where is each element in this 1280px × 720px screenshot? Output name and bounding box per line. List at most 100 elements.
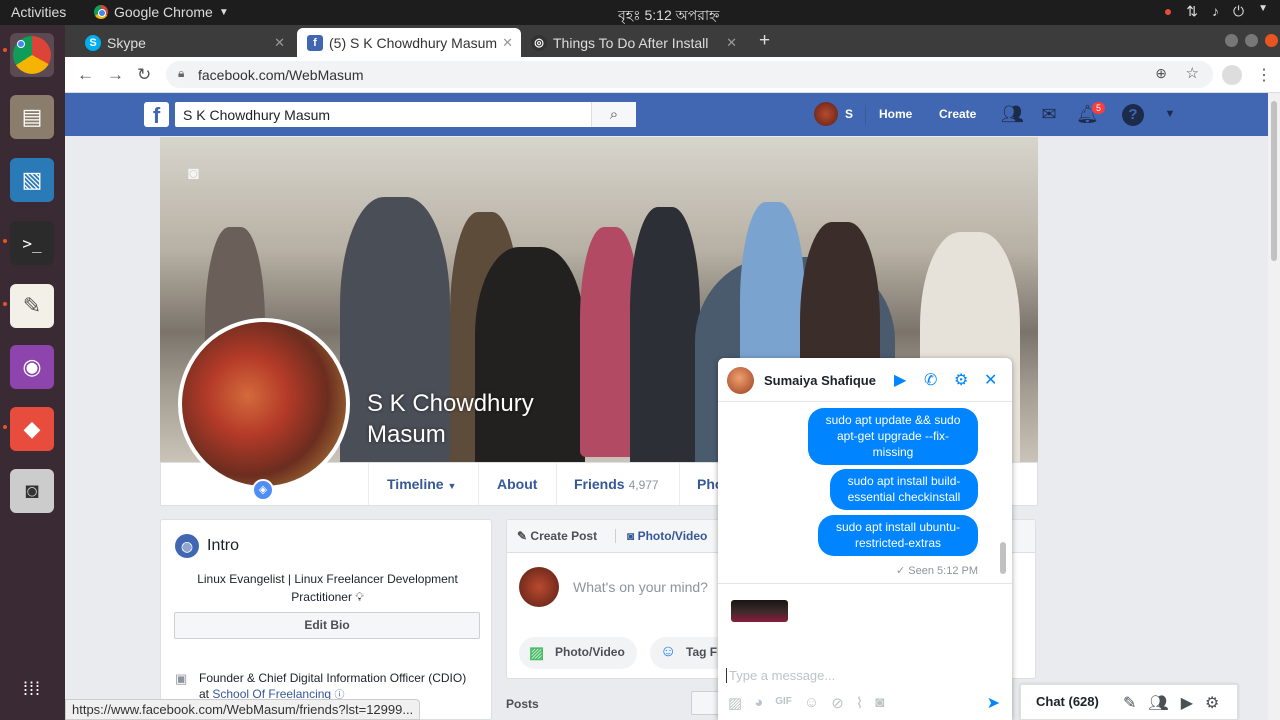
edit-bio-button[interactable]: Edit Bio: [174, 612, 480, 639]
chevron-down-icon[interactable]: ▼: [1159, 108, 1181, 130]
gif-icon[interactable]: GIF: [775, 694, 792, 712]
tab-timeline[interactable]: Timeline ▼: [387, 476, 456, 492]
menu-icon[interactable]: ⋮: [1256, 65, 1272, 85]
create-link[interactable]: Create: [939, 107, 976, 121]
shield-icon[interactable]: ◈: [252, 479, 274, 501]
message-input[interactable]: Type a message...: [726, 668, 835, 683]
chat-header[interactable]: Sumaiya Shafique ▶ ✆ ⚙ ✕: [718, 358, 1012, 402]
page-scrollbar[interactable]: [1268, 93, 1280, 720]
chrome-launcher-icon[interactable]: [10, 33, 54, 77]
system-tray[interactable]: ● ⇅ ♪ ⏻ ▼: [1164, 3, 1268, 20]
tab-about[interactable]: About: [497, 476, 537, 492]
image-viewer-icon[interactable]: ▧: [10, 158, 54, 202]
sticker-icon[interactable]: ◕: [754, 694, 763, 712]
network-icon[interactable]: ⇅: [1186, 3, 1198, 20]
profile-link[interactable]: S: [845, 107, 853, 121]
video-call-icon[interactable]: ▶: [894, 370, 906, 390]
photo-icon: ▨: [529, 645, 545, 662]
attach-icon[interactable]: ⌇: [856, 694, 863, 712]
posts-label: Posts: [506, 697, 539, 711]
tab-github[interactable]: ◎ Things To Do After Install ✕: [521, 28, 745, 57]
tab-label: Skype: [107, 34, 146, 51]
new-message-icon[interactable]: ✎: [1123, 693, 1136, 713]
tab-facebook[interactable]: f (5) S K Chowdhury Masum ✕: [297, 28, 521, 57]
image-icon[interactable]: ▨: [728, 694, 742, 712]
files-icon[interactable]: ▤: [10, 95, 54, 139]
link-icon[interactable]: ⊘: [831, 694, 844, 712]
record-icon[interactable]: ●: [1164, 3, 1172, 20]
send-icon[interactable]: ➤: [987, 693, 1000, 713]
friends-count: 4,977: [628, 478, 659, 492]
screen-recorder-icon[interactable]: ◉: [10, 345, 54, 389]
reload-icon[interactable]: ↻: [137, 65, 151, 85]
post-composer-input[interactable]: What's on your mind?: [573, 579, 708, 595]
friend-requests-icon[interactable]: 👥︎: [1001, 104, 1024, 126]
search-input[interactable]: S K Chowdhury Masum: [175, 102, 636, 127]
chat-sidebar-bar[interactable]: Chat (628) ✎ 👥︎ ▶ ⚙: [1020, 684, 1238, 720]
chat-count-label[interactable]: Chat (628): [1036, 694, 1099, 709]
close-window-button[interactable]: [1265, 34, 1278, 47]
help-icon[interactable]: ?: [1122, 104, 1144, 126]
profile-picture[interactable]: [178, 318, 350, 490]
new-tab-button[interactable]: +: [759, 30, 770, 52]
maximize-button[interactable]: [1245, 34, 1258, 47]
intro-card: ◍ Intro Linux Evangelist | Linux Freelan…: [160, 519, 492, 720]
messenger-icon[interactable]: ✉: [1038, 104, 1060, 126]
chat-sidebar-tools: ✎ 👥︎ ▶ ⚙: [1123, 693, 1219, 713]
home-link[interactable]: Home: [879, 107, 912, 121]
gear-icon[interactable]: ⚙: [1205, 693, 1219, 713]
filter-button[interactable]: [691, 691, 721, 715]
back-icon[interactable]: ←: [77, 65, 94, 85]
message-bubble[interactable]: sudo apt install ubuntu-restricted-extra…: [818, 515, 978, 556]
close-icon[interactable]: ✕: [502, 35, 513, 51]
profile-avatar[interactable]: [1222, 65, 1242, 85]
close-icon[interactable]: ✕: [274, 35, 285, 51]
app-menu[interactable]: Google Chrome ▼: [94, 4, 229, 20]
group-icon[interactable]: 👥︎: [1148, 693, 1168, 713]
minimize-button[interactable]: [1225, 34, 1238, 47]
separator: [615, 529, 616, 543]
chat-contact-name[interactable]: Sumaiya Shafique: [764, 373, 876, 388]
bookmark-star-icon[interactable]: ☆: [1186, 64, 1199, 82]
forward-icon[interactable]: →: [107, 65, 124, 85]
avatar[interactable]: [519, 567, 559, 607]
avatar[interactable]: [814, 102, 838, 126]
chat-scrollbar[interactable]: [999, 406, 1007, 581]
facebook-icon: f: [307, 34, 323, 51]
video-icon[interactable]: ▶: [1181, 693, 1193, 713]
close-icon[interactable]: ✕: [726, 35, 737, 51]
text-editor-icon[interactable]: ✎: [10, 284, 54, 328]
camera-icon[interactable]: ◙: [188, 163, 199, 184]
show-apps-icon[interactable]: ⁞⁞⁞: [10, 667, 54, 711]
zoom-icon[interactable]: ⊕: [1155, 65, 1167, 82]
photo-video-button[interactable]: ▨ Photo/Video: [519, 637, 637, 669]
create-post-tab[interactable]: ✎ Create Post: [517, 529, 597, 543]
message-bubble[interactable]: sudo apt install build-essential checkin…: [830, 469, 978, 510]
tab-skype[interactable]: S Skype ✕: [75, 28, 293, 57]
chevron-down-icon[interactable]: ▼: [1258, 3, 1268, 20]
facebook-logo[interactable]: f: [144, 102, 169, 128]
chrome-icon: [94, 5, 108, 19]
power-icon[interactable]: ⏻: [1233, 3, 1244, 20]
attachment-preview[interactable]: [731, 600, 788, 622]
emoji-icon[interactable]: ☺: [804, 694, 819, 712]
terminal-icon[interactable]: >_: [10, 221, 54, 265]
close-icon[interactable]: ✕: [984, 370, 997, 390]
search-icon[interactable]: ⌕: [591, 102, 636, 127]
phone-icon[interactable]: ✆: [924, 370, 937, 390]
bio-text: Linux Evangelist | Linux Freelancer Deve…: [197, 572, 458, 604]
camera-icon[interactable]: ◙: [875, 694, 884, 712]
photo-video-tab[interactable]: ◙ Photo/Video: [627, 529, 707, 543]
message-bubble[interactable]: sudo apt update && sudo apt-get upgrade …: [808, 408, 978, 465]
tab-label: (5) S K Chowdhury Masum: [329, 34, 498, 51]
volume-icon[interactable]: ♪: [1212, 3, 1219, 20]
camera-icon[interactable]: ◙: [10, 469, 54, 513]
profile-name[interactable]: S K Chowdhury Masum: [367, 388, 567, 450]
avatar[interactable]: [727, 367, 754, 394]
gear-icon[interactable]: ⚙: [954, 370, 968, 390]
tab-friends[interactable]: Friends 4,977: [574, 476, 659, 492]
github-icon: ◎: [531, 34, 547, 51]
anydesk-icon[interactable]: ◆: [10, 407, 54, 451]
address-bar[interactable]: 🔒︎ facebook.com/WebMasum ⊕ ☆: [166, 61, 1213, 88]
activities-button[interactable]: Activities: [11, 4, 66, 20]
